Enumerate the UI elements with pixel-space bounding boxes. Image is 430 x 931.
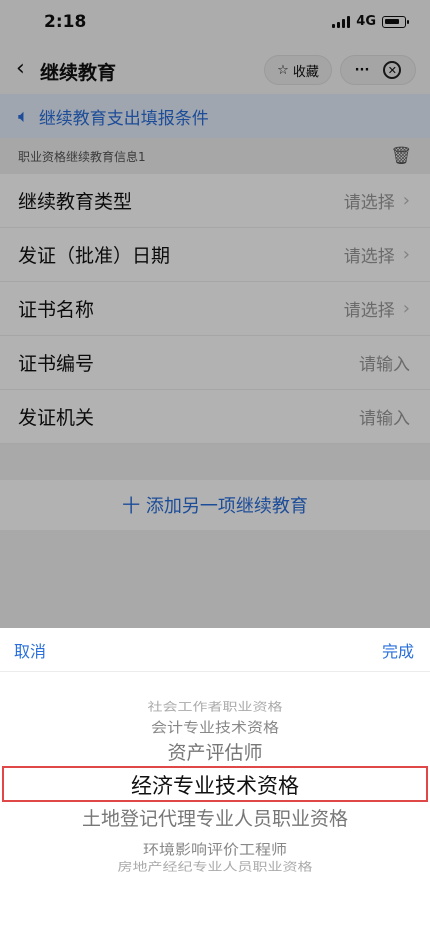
modal-overlay[interactable] (0, 0, 430, 628)
picker-option[interactable]: 社会工作者职业资格 (0, 699, 430, 715)
picker-option[interactable]: 会计专业技术资格 (0, 715, 430, 737)
picker-option[interactable]: 土地登记代理专业人员职业资格 (0, 804, 430, 831)
picker-wheel[interactable]: 社会工作者职业资格 会计专业技术资格 资产评估师 经济专业技术资格 土地登记代理… (0, 672, 430, 912)
cancel-button[interactable]: 取消 (14, 638, 46, 662)
picker-toolbar: 取消 完成 (0, 628, 430, 672)
selection-highlight (2, 766, 428, 802)
picker-option[interactable]: 资产评估师 (0, 738, 430, 765)
picker-option[interactable]: 环境影响评价工程师 (0, 837, 430, 859)
picker-sheet: 取消 完成 社会工作者职业资格 会计专业技术资格 资产评估师 经济专业技术资格 … (0, 628, 430, 931)
done-button[interactable]: 完成 (382, 638, 414, 662)
picker-option[interactable]: 房地产经纪专业人员职业资格 (0, 859, 430, 875)
